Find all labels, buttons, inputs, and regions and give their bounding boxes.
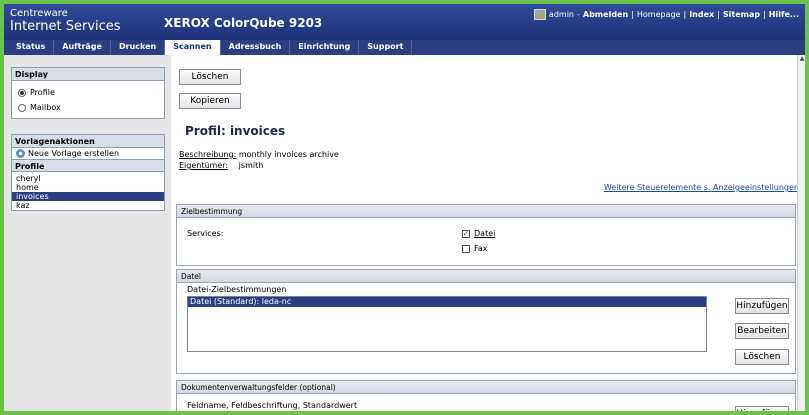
delete-profile-button[interactable]: Löschen [179,69,241,85]
index-link[interactable]: Index [689,10,714,19]
display-option-profile[interactable]: Profile [12,85,164,100]
radio-profile-label: Profile [30,88,55,97]
edit-destination-button[interactable]: Bearbeiten [735,323,789,339]
description-label: Beschreibung: [179,150,237,159]
display-title: Display [12,68,164,81]
link-divider: | [763,10,766,19]
device-model: XEROX ColorQube 9203 [164,16,323,30]
description-row: Beschreibung: monthly invoices archive [179,150,339,159]
owner-value: jsmith [238,161,264,170]
file-title: Datei [177,270,795,283]
tab-einrichtung[interactable]: Einrichtung [290,40,360,55]
user-separator: - [577,10,580,19]
user-links: admin - Abmelden | Homepage | Index | Si… [533,9,799,20]
profile-item-kaz[interactable]: kaz [12,201,164,210]
tab-status[interactable]: Status [8,40,55,55]
scroll-up-icon[interactable]: ▲ [798,55,805,63]
browser-frame: Centreware Internet Services XEROX Color… [0,0,809,415]
new-template-action[interactable]: Neue Vorlage erstellen [12,148,164,159]
radio-mailbox-label: Mailbox [30,103,61,112]
tab-auftraege[interactable]: Aufträge [54,40,111,55]
main-tabs: Status Aufträge Drucken Scannen Adressbu… [4,40,805,55]
destination-title: Zielbestimmung [177,205,795,218]
templates-box: Vorlagenaktionen Neue Vorlage erstellen … [11,134,165,211]
description-value: monthly invoices archive [238,150,339,159]
add-docfield-button[interactable]: Hinzufügen [735,406,789,411]
template-actions-title: Vorlagenaktionen [12,135,164,148]
datei-label: Datei [474,229,496,238]
profiles-title: Profile [12,159,164,172]
docfields-title: Dokumentenverwaltungsfelder (optional) [177,381,795,394]
logout-link[interactable]: Abmelden [583,10,628,19]
display-option-mailbox[interactable]: Mailbox [12,100,164,115]
more-controls-link[interactable]: Weitere Steuerelemente s. Anzeigeeinstel… [604,183,799,192]
docfields-section: Dokumentenverwaltungsfelder (optional) F… [176,380,796,411]
tab-drucken[interactable]: Drucken [111,40,166,55]
services-label: Services: [187,229,224,238]
app-header: Centreware Internet Services XEROX Color… [4,4,805,40]
profile-list: cheryl home invoices kaz [12,172,164,210]
sidebar: Display Profile Mailbox Vorlagenaktionen… [4,55,171,411]
new-template-icon [16,149,25,158]
file-section: Datei Datei-Zielbestimmungen Datei (Stan… [176,269,796,374]
link-divider: | [717,10,720,19]
fax-label: Fax [474,244,488,253]
owner-label: Eigentümer: [179,161,229,170]
datei-checkbox[interactable]: ✓ [462,229,470,238]
new-template-label: Neue Vorlage erstellen [28,149,120,158]
main-content: Löschen Kopieren Profil: invoices Beschr… [171,55,805,411]
service-datei[interactable]: ✓ Datei [462,229,495,238]
tab-adressbuch[interactable]: Adressbuch [221,40,291,55]
destination-section: Zielbestimmung Services: ✓ Datei Fax [176,204,796,266]
file-destinations-list[interactable]: Datei (Standard): leda-nc [187,296,707,352]
sitemap-link[interactable]: Sitemap [723,10,760,19]
radio-mailbox[interactable] [18,103,26,112]
tab-support[interactable]: Support [359,40,413,55]
fax-checkbox[interactable] [462,244,470,253]
help-link[interactable]: Hilfe... [769,10,799,19]
list-item[interactable]: Datei (Standard): leda-nc [188,297,706,307]
radio-profile[interactable] [18,88,26,97]
link-divider: | [631,10,634,19]
profile-item-invoices[interactable]: invoices [12,192,164,201]
user-icon [533,9,546,20]
docfields-columns-label: Feldname, Feldbeschriftung, Standardwert [187,401,358,410]
copy-profile-button[interactable]: Kopieren [179,93,241,109]
service-fax[interactable]: Fax [462,244,488,253]
owner-row: Eigentümer: jsmith [179,161,263,170]
profile-item-home[interactable]: home [12,183,164,192]
link-divider: | [683,10,687,19]
brand-internet-services: Internet Services [10,19,121,34]
vertical-scrollbar[interactable]: ▲ [797,55,805,411]
page-title: Profil: invoices [185,124,286,138]
profile-item-cheryl[interactable]: cheryl [12,174,164,183]
delete-destination-button[interactable]: Löschen [735,349,789,365]
brand-centreware: Centreware [10,8,68,19]
add-destination-button[interactable]: Hinzufügen [735,298,789,314]
user-name: admin [548,10,574,19]
file-destinations-label: Datei-Zielbestimmungen [187,285,287,294]
tab-scannen[interactable]: Scannen [165,40,221,55]
display-box: Display Profile Mailbox [11,67,165,119]
homepage-link[interactable]: Homepage [637,10,681,19]
